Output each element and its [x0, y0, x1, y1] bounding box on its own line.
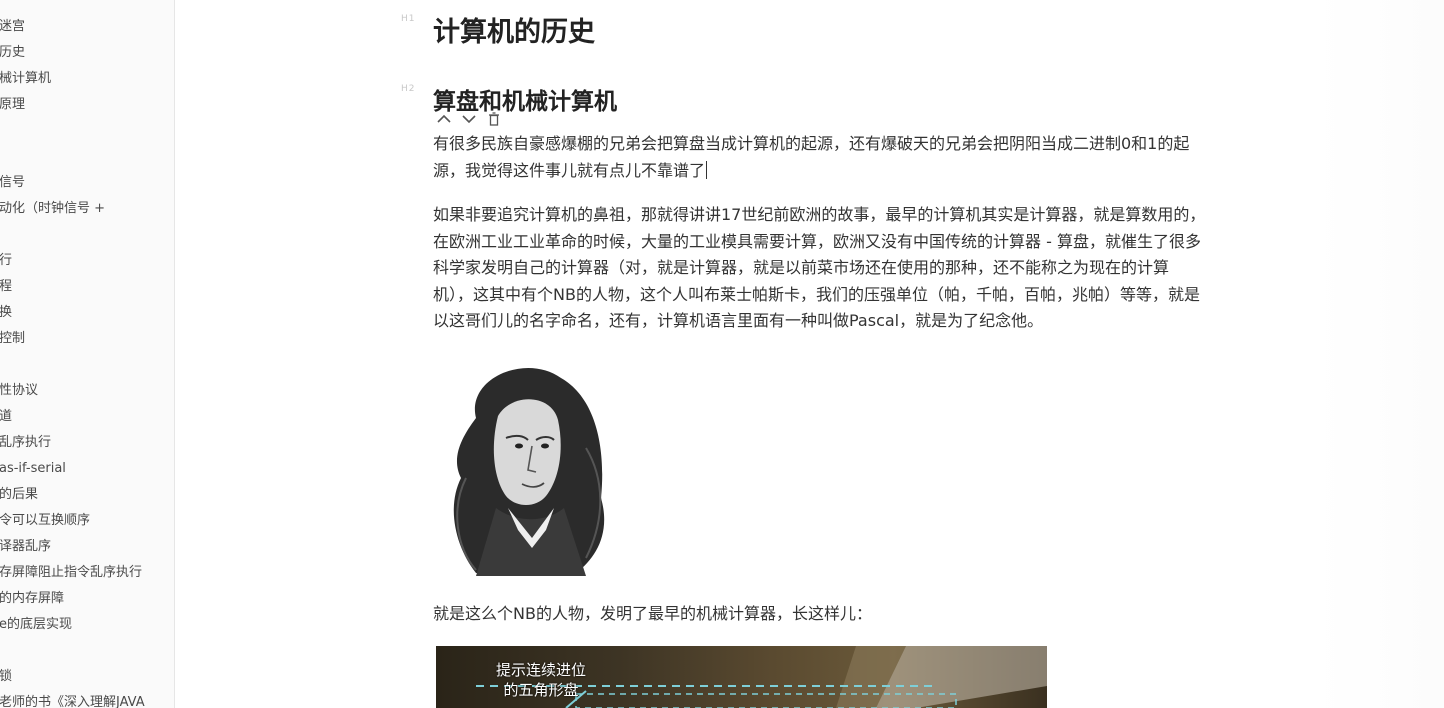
outline-item[interactable]: 译器乱序	[0, 537, 51, 557]
chevron-down-icon[interactable]	[461, 111, 477, 127]
outline-item[interactable]: 换	[0, 303, 12, 323]
paragraph-line: 有很多民族自豪感爆棚的兄弟会把算盘当成计算机的起源，还有爆破天的兄弟会把阴阳当成…	[433, 134, 1190, 153]
paragraph-line: 源，我觉得这件事儿就有点儿不靠谱了	[433, 158, 1313, 185]
pascal-portrait-image[interactable]	[436, 358, 624, 576]
paragraph-line: 在欧洲工业工业革命的时候，大量的工业模具需要计算，欧洲又没有中国传统的计算器 -…	[433, 231, 1201, 251]
editor-pane[interactable]: H1 计算机的历史 H2 算盘和机械计算机 有很多民族自豪感爆棚的兄弟会把算盘当…	[175, 0, 1444, 708]
image-annotation-line: 的五角形盘	[503, 681, 579, 699]
paragraph-line: 如果非要追究计算机的鼻祖，那就得讲讲17世纪前欧洲的故事，最早的计算机其实是计算…	[433, 205, 1206, 224]
outline-item[interactable]: 迷宫	[0, 17, 25, 37]
paragraph-line-text: 源，我觉得这件事儿就有点儿不靠谱了	[433, 160, 706, 180]
text-caret	[706, 160, 708, 179]
outline-item[interactable]: 性协议	[0, 381, 38, 401]
page-title[interactable]: 计算机的历史	[433, 10, 595, 49]
image-annotation: 提示连续进位 的五角形盘	[496, 660, 586, 700]
pascaline-photo-image[interactable]: 提示连续进位 的五角形盘	[436, 646, 1047, 708]
outline-item[interactable]: 乱序执行	[0, 433, 51, 453]
h1-marker: H1	[401, 14, 416, 24]
chevron-up-icon[interactable]	[436, 111, 452, 127]
outline-item[interactable]: 信号	[0, 173, 25, 193]
outline-item[interactable]: 的内存屏障	[0, 589, 64, 609]
outline-item[interactable]: 程	[0, 277, 12, 297]
outline-item[interactable]: 控制	[0, 329, 25, 349]
outline-item[interactable]: 存屏障阻止指令乱序执行	[0, 563, 142, 583]
paragraph-invention[interactable]: 就是这么个NB的人物，发明了最早的机械计算器，长这样儿：	[433, 601, 1313, 628]
outline-item[interactable]: 锁	[0, 667, 12, 687]
outline-item[interactable]: e的底层实现	[0, 615, 72, 635]
paragraph-history[interactable]: 如果非要追究计算机的鼻祖，那就得讲讲17世纪前欧洲的故事，最早的计算机其实是计算…	[433, 202, 1313, 335]
outline-item[interactable]: 行	[0, 251, 12, 271]
outline-item[interactable]: 原理	[0, 95, 25, 115]
outline-item[interactable]: 动化（时钟信号 +	[0, 199, 105, 219]
right-edge-fade	[1314, 0, 1444, 708]
outline-item[interactable]: 道	[0, 407, 12, 427]
h2-marker: H2	[401, 84, 416, 94]
block-toolbar	[436, 110, 502, 128]
trash-icon[interactable]	[486, 111, 502, 127]
paragraph-line: 机），这其中有个NB的人物，这个人叫布莱士帕斯卡，我们的压强单位（帕，千帕，百帕…	[433, 284, 1200, 304]
outline-item[interactable]: as-if-serial	[0, 459, 66, 479]
outline-item[interactable]: 的后果	[0, 485, 38, 505]
paragraph-intro[interactable]: 有很多民族自豪感爆棚的兄弟会把算盘当成计算机的起源，还有爆破天的兄弟会把阴阳当成…	[433, 131, 1313, 184]
paragraph-line: 科学家发明自己的计算器（对，就是计算器，就是以前菜市场还在使用的那种，还不能称之…	[433, 258, 1170, 277]
paragraph-line: 就是这么个NB的人物，发明了最早的机械计算器，长这样儿：	[433, 604, 872, 623]
outline-item[interactable]: 历史	[0, 43, 25, 63]
paragraph-line: 以这哥们儿的名字命名，还有，计算机语言里面有一种叫做Pascal，就是为了纪念他…	[433, 311, 1044, 330]
outline-item[interactable]: 令可以互换顺序	[0, 511, 90, 531]
outline-item[interactable]: 械计算机	[0, 69, 51, 89]
outline-sidebar: 迷宫 历史 械计算机 原理 信号 动化（时钟信号 + 行 程 换 控制 性协议 …	[0, 0, 175, 708]
outline-item[interactable]: 老师的书《深入理解JAVA	[0, 693, 145, 708]
image-annotation-line: 提示连续进位	[496, 661, 587, 679]
app-window: 迷宫 历史 械计算机 原理 信号 动化（时钟信号 + 行 程 换 控制 性协议 …	[0, 0, 1444, 708]
